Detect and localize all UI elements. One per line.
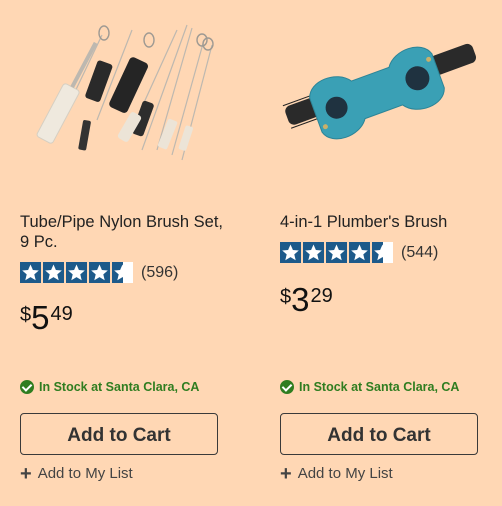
product-title[interactable]: Tube/Pipe Nylon Brush Set, 9 Pc. [20,212,225,252]
star-icon [66,262,87,283]
check-circle-icon [20,380,34,394]
stock-status: In Stock at Santa Clara, CA [20,380,199,394]
product-image-plumbers-brush[interactable] [272,5,477,193]
product-image-brush-set[interactable] [22,0,222,188]
add-to-list-link[interactable]: + Add to My List [20,462,133,485]
star-icon [112,262,133,283]
plus-icon: + [20,462,32,485]
price-cents: 49 [50,303,73,325]
add-to-cart-button[interactable]: Add to Cart [280,413,478,455]
add-to-cart-button[interactable]: Add to Cart [20,413,218,455]
star-rating [280,242,393,263]
check-circle-icon [280,380,294,394]
star-icon [89,262,110,283]
stock-text: In Stock at Santa Clara, CA [39,380,200,394]
star-icon [303,242,324,263]
review-count[interactable]: (596) [141,264,178,282]
stock-status: In Stock at Santa Clara, CA [280,380,459,394]
price-dollars: 5 [31,299,50,336]
stock-text: In Stock at Santa Clara, CA [299,380,460,394]
star-icon [280,242,301,263]
price-currency: $ [280,286,292,308]
plus-icon: + [280,462,292,485]
price-currency: $ [20,304,32,326]
star-icon [349,242,370,263]
star-rating [20,262,133,283]
price-dollars: 3 [291,281,310,318]
add-to-list-label: Add to My List [297,465,393,482]
price-cents: 29 [310,285,333,307]
rating[interactable]: (596) [20,262,178,283]
price: $549 [20,300,73,336]
rating[interactable]: (544) [280,242,438,263]
review-count[interactable]: (544) [401,244,438,262]
star-icon [20,262,41,283]
add-to-list-link[interactable]: + Add to My List [280,462,393,485]
star-icon [372,242,393,263]
add-to-list-label: Add to My List [37,465,133,482]
product-title[interactable]: 4-in-1 Plumber's Brush [280,212,485,232]
star-icon [326,242,347,263]
price: $329 [280,282,333,318]
product-card: Tube/Pipe Nylon Brush Set, 9 Pc. (596) $… [20,0,230,506]
star-icon [43,262,64,283]
product-card: 4-in-1 Plumber's Brush (544) $329 In Sto… [280,0,490,506]
